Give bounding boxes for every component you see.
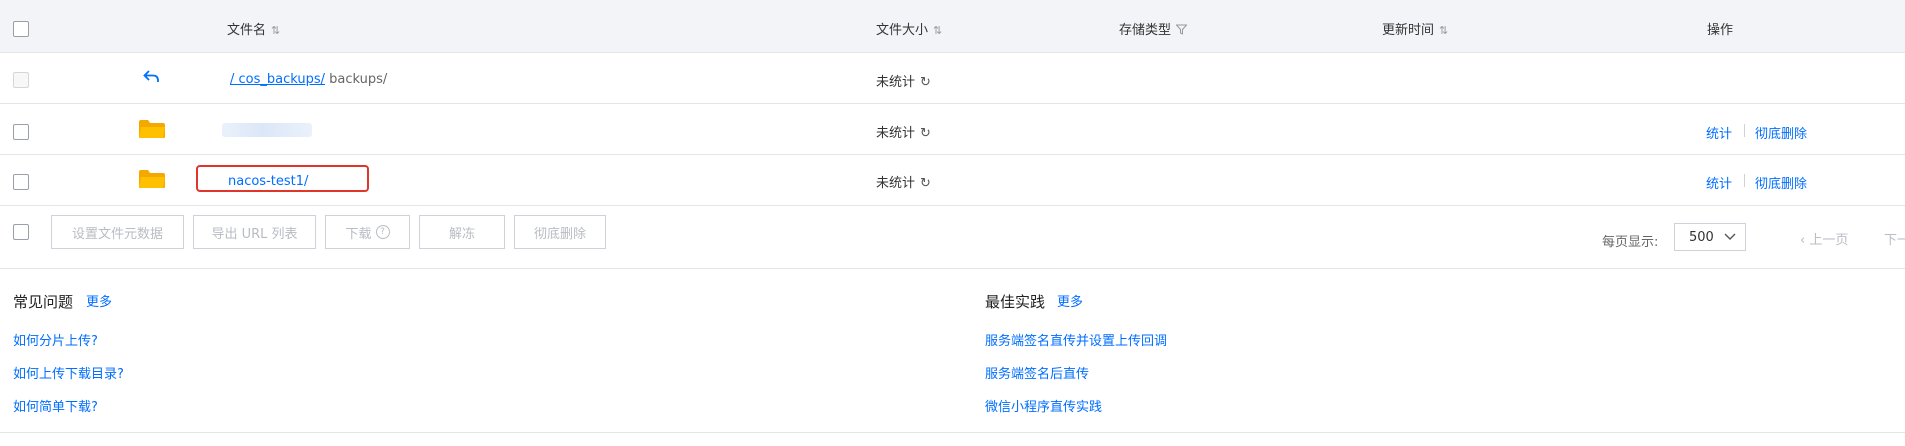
delete-action-link[interactable]: 彻底删除 xyxy=(1755,123,1807,142)
unfreeze-button[interactable]: 解冻 xyxy=(419,215,505,249)
section-divider xyxy=(0,432,1905,433)
download-button[interactable]: 下载 ? xyxy=(325,215,410,249)
per-page-select[interactable]: 500 xyxy=(1674,223,1746,251)
row-checkbox-disabled xyxy=(13,72,29,88)
sort-icon[interactable]: ⇅ xyxy=(1439,24,1448,37)
faq-title: 常见问题 xyxy=(13,293,74,311)
header-storage-type[interactable]: 存储类型 xyxy=(1119,19,1188,38)
row-checkbox[interactable] xyxy=(13,174,29,190)
stat-action-link[interactable]: 统计 xyxy=(1706,123,1732,142)
help-icon: ? xyxy=(375,225,390,239)
prev-page-button[interactable]: ‹ 上一页 xyxy=(1800,229,1848,248)
row-size: 未统计 ↻ xyxy=(876,122,931,141)
delete-action-link[interactable]: 彻底删除 xyxy=(1755,173,1807,192)
current-path: backups/ xyxy=(329,72,388,87)
faq-link-upload-directory[interactable]: 如何上传下载目录? xyxy=(13,363,124,382)
back-row-size: 未统计 ↻ xyxy=(876,71,931,90)
practice-link-miniprogram-upload[interactable]: 微信小程序直传实践 xyxy=(985,396,1102,415)
header-filesize[interactable]: 文件大小 ⇅ xyxy=(876,19,942,38)
bulk-delete-button[interactable]: 彻底删除 xyxy=(514,215,606,249)
stat-action-link[interactable]: 统计 xyxy=(1706,173,1732,192)
next-page-button[interactable]: 下一 xyxy=(1884,229,1905,248)
size-value: 未统计 xyxy=(876,75,916,90)
header-filename-label: 文件名 xyxy=(227,23,267,38)
row-size: 未统计 ↻ xyxy=(876,172,931,191)
prev-page-label: 上一页 xyxy=(1809,233,1849,248)
header-actions-label: 操作 xyxy=(1707,23,1734,38)
size-value: 未统计 xyxy=(876,126,916,141)
best-practice-title: 最佳实践 xyxy=(985,293,1046,311)
export-url-list-button[interactable]: 导出 URL 列表 xyxy=(193,215,316,249)
refresh-icon[interactable]: ↻ xyxy=(920,176,931,191)
faq-link-simple-download[interactable]: 如何简单下载? xyxy=(13,396,98,415)
filename-redacted[interactable] xyxy=(222,123,312,137)
download-label: 下载 xyxy=(345,226,372,242)
row-divider xyxy=(0,52,1905,53)
back-arrow-icon[interactable] xyxy=(142,68,162,90)
section-divider xyxy=(0,268,1905,269)
row-divider xyxy=(0,103,1905,104)
faq-link-multipart-upload[interactable]: 如何分片上传? xyxy=(13,330,98,349)
refresh-icon[interactable]: ↻ xyxy=(920,75,931,90)
best-practice-more-link[interactable]: 更多 xyxy=(1057,291,1083,310)
select-all-checkbox[interactable] xyxy=(13,21,29,37)
table-header xyxy=(0,0,1905,52)
row-checkbox[interactable] xyxy=(13,124,29,140)
parent-path: / cos_backups/ backups/ xyxy=(230,72,387,87)
per-page-label: 每页显示: xyxy=(1602,235,1659,250)
chevron-left-icon: ‹ xyxy=(1800,233,1806,248)
row-divider xyxy=(0,205,1905,206)
chevron-down-icon xyxy=(1724,233,1736,240)
folder-icon xyxy=(139,120,165,138)
practice-link-callback-upload[interactable]: 服务端签名直传并设置上传回调 xyxy=(985,330,1167,349)
header-storage-label: 存储类型 xyxy=(1119,23,1172,38)
filter-icon[interactable] xyxy=(1175,24,1188,37)
refresh-icon[interactable]: ↻ xyxy=(920,126,931,141)
action-separator xyxy=(1744,124,1745,137)
header-filename[interactable]: 文件名 ⇅ xyxy=(227,19,280,38)
parent-path-link[interactable]: / cos_backups/ xyxy=(230,72,325,87)
per-page-value: 500 xyxy=(1689,230,1714,245)
header-filesize-label: 文件大小 xyxy=(876,23,929,38)
size-value: 未统计 xyxy=(876,176,916,191)
header-updated-time[interactable]: 更新时间 ⇅ xyxy=(1382,19,1448,38)
header-updated-label: 更新时间 xyxy=(1382,23,1435,38)
sort-icon[interactable]: ⇅ xyxy=(271,24,280,37)
folder-icon xyxy=(139,170,165,188)
header-actions: 操作 xyxy=(1707,19,1733,38)
bulk-select-checkbox[interactable] xyxy=(13,224,29,240)
folder-name-link[interactable]: nacos-test1/ xyxy=(228,174,308,189)
set-metadata-button[interactable]: 设置文件元数据 xyxy=(51,215,184,249)
faq-more-link[interactable]: 更多 xyxy=(86,291,112,310)
sort-icon[interactable]: ⇅ xyxy=(933,24,942,37)
practice-link-server-signed-upload[interactable]: 服务端签名后直传 xyxy=(985,363,1089,382)
row-divider xyxy=(0,154,1905,155)
action-separator xyxy=(1744,174,1745,187)
